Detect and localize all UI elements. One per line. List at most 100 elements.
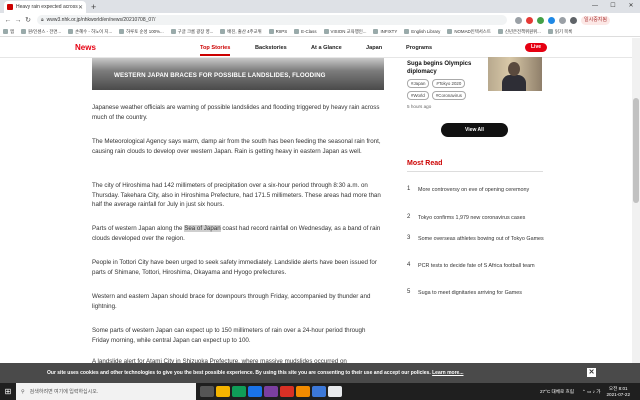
extension-icon[interactable]	[537, 16, 544, 24]
windows-taskbar: ⊞ ⚲ 검색하려면 여기에 입력하십시오. 27°C 대체로 흐림 ⌃ ▭ ♪ …	[0, 383, 640, 400]
search-icon: ⚲	[21, 388, 25, 395]
clock[interactable]: 오전 8:01 2021-07-22	[607, 386, 631, 397]
task-view-icon[interactable]	[200, 386, 214, 397]
app-icon[interactable]	[280, 386, 294, 397]
article-video-banner[interactable]: WESTERN JAPAN BRACES FOR POSSIBLE LANDSL…	[92, 58, 384, 90]
page-scrollbar[interactable]	[632, 38, 640, 363]
most-read-heading: Most Read	[407, 160, 443, 167]
nav-at-a-glance[interactable]: At a Glance	[311, 45, 342, 51]
site-logo[interactable]: News	[75, 43, 96, 52]
bookmark-item[interactable]: 앱	[3, 29, 14, 35]
bookmark-item[interactable]: E-Class	[294, 29, 317, 34]
sidebar-tags: #Japan #Tokyo 2020 #World #Coronavirus	[407, 79, 487, 103]
browser-tab[interactable]: Heavy rain expected across mu ✕	[4, 1, 86, 13]
bookmark-item[interactable]: VISION 교육행인...	[323, 29, 366, 35]
browser-tab-strip: Heavy rain expected across mu ✕ + — ☐ ✕	[0, 0, 640, 13]
article-paragraph: Some parts of western Japan can expect u…	[92, 327, 366, 344]
app-icon[interactable]	[328, 386, 342, 397]
new-tab-icon[interactable]: +	[91, 1, 96, 13]
bookmark-item[interactable]: 손혜수 - 하노이 지...	[68, 29, 112, 35]
rank-number: 1	[407, 186, 411, 192]
most-read-item[interactable]: 5 Suga to meet dignitaries arriving for …	[407, 289, 547, 297]
live-button[interactable]: Live	[525, 43, 548, 52]
profile-button[interactable]: 일시중지됨	[581, 15, 611, 25]
app-icon[interactable]	[264, 386, 278, 397]
bookmark-icon	[373, 29, 379, 34]
extension-icon[interactable]	[548, 16, 555, 24]
nav-backstories[interactable]: Backstories	[255, 45, 287, 51]
article-paragraph: People in Tottori City have been urged t…	[92, 259, 377, 276]
rank-number: 2	[407, 214, 411, 220]
article-paragraph: The Meteorological Agency says warm, dam…	[92, 138, 381, 155]
nav-programs[interactable]: Programs	[406, 45, 432, 51]
bookmark-item[interactable]: 원/인센스 - 전면...	[21, 29, 61, 35]
maximize-icon[interactable]: ☐	[604, 0, 622, 13]
most-read-item[interactable]: 3 Some overseas athletes bowing out of T…	[407, 235, 547, 243]
sidebar-thumbnail[interactable]	[488, 57, 542, 91]
article-paragraph: Parts of western Japan along the Sea of …	[92, 225, 381, 242]
close-window-icon[interactable]: ✕	[622, 0, 640, 13]
close-icon[interactable]: ✕	[587, 368, 596, 377]
bookmark-icon	[404, 29, 410, 34]
tag[interactable]: #World	[407, 91, 429, 100]
extensions	[511, 16, 577, 24]
bookmark-item[interactable]: 배진, 출산 4주교위	[220, 29, 262, 35]
taskbar-search[interactable]: ⚲ 검색하려면 여기에 입력하십시오.	[16, 383, 196, 400]
puzzle-icon[interactable]	[570, 16, 577, 24]
view-all-button[interactable]: View All	[441, 123, 508, 137]
bookmark-icon	[68, 29, 74, 34]
share-icon[interactable]	[515, 16, 522, 24]
app-icon[interactable]	[296, 386, 310, 397]
weather-widget[interactable]: 27°C 대체로 흐림	[540, 389, 574, 395]
bookmark-icon	[21, 29, 27, 34]
lock-icon: 🔒︎	[41, 17, 44, 23]
nav-japan[interactable]: Japan	[366, 45, 382, 51]
bookmark-item[interactable]: 신년은전책위원위...	[497, 29, 541, 35]
tag[interactable]: #Tokyo 2020	[432, 79, 466, 88]
bookmark-item[interactable]: INFIXTY	[373, 29, 397, 34]
forward-icon[interactable]: →	[13, 17, 23, 24]
bookmark-icon	[220, 29, 226, 34]
nav-top-stories[interactable]: Top Stories	[200, 45, 231, 56]
most-read-item[interactable]: 1 More controversy on eve of opening cer…	[407, 186, 547, 194]
bookmark-item[interactable]: 하루토 순성 100%...	[119, 29, 164, 35]
most-read-item[interactable]: 2 Tokyo confirms 1,979 new coronavirus c…	[407, 214, 547, 222]
close-tab-icon[interactable]: ✕	[78, 4, 83, 11]
nhk-favicon-icon	[7, 4, 13, 10]
extension-icon[interactable]	[526, 16, 533, 24]
scrollbar-thumb[interactable]	[633, 98, 639, 203]
divider	[407, 171, 543, 172]
file-explorer-icon[interactable]	[216, 386, 230, 397]
article-paragraph: Western and eastern Japan should brace f…	[92, 293, 371, 310]
app-icon[interactable]	[312, 386, 326, 397]
bookmark-item[interactable]: 구글 크롬 광장 영...	[170, 29, 213, 35]
most-read-title: Tokyo confirms 1,979 new coronavirus cas…	[418, 215, 526, 221]
system-tray: 27°C 대체로 흐림 ⌃ ▭ ♪ 가 오전 8:01 2021-07-22	[540, 386, 640, 397]
url-text: www3.nhk.or.jp/nhkworld/en/news/20210708…	[46, 17, 156, 23]
tab-title: Heavy rain expected across mu	[16, 4, 78, 10]
edge-icon[interactable]	[248, 386, 262, 397]
reload-icon[interactable]: ↻	[23, 16, 33, 24]
bookmark-icon	[497, 29, 503, 34]
star-icon[interactable]	[559, 16, 566, 24]
reading-list[interactable]: 읽기 목록	[547, 29, 572, 35]
tag[interactable]: #Japan	[407, 79, 430, 88]
bookmark-icon	[447, 29, 453, 34]
tray-icons[interactable]: ⌃ ▭ ♪ 가	[582, 389, 601, 395]
sidebar-headline[interactable]: Suga begins Olympics diplomacy	[407, 60, 487, 76]
chrome-icon[interactable]	[232, 386, 246, 397]
back-icon[interactable]: ←	[3, 17, 13, 24]
tag[interactable]: #Coronavirus	[431, 91, 466, 100]
learn-more-link[interactable]: Learn more...	[432, 370, 463, 376]
address-bar[interactable]: 🔒︎ www3.nhk.or.jp/nhkworld/en/news/20210…	[37, 15, 507, 25]
bookmark-item[interactable]: NOMAD인텍서스트	[447, 29, 491, 35]
most-read-item[interactable]: 4 PCR tests to decide fate of S Africa f…	[407, 262, 547, 270]
reading-list-icon	[547, 29, 553, 34]
windows-start-icon[interactable]: ⊞	[0, 387, 16, 396]
bookmark-item[interactable]: RIIPS	[268, 29, 287, 34]
bookmark-icon	[119, 29, 125, 34]
rank-number: 5	[407, 289, 411, 295]
bookmark-item[interactable]: English Library	[404, 29, 440, 34]
minimize-icon[interactable]: —	[586, 0, 604, 13]
article-paragraph: The city of Hiroshima had 142 millimeter…	[92, 182, 381, 209]
